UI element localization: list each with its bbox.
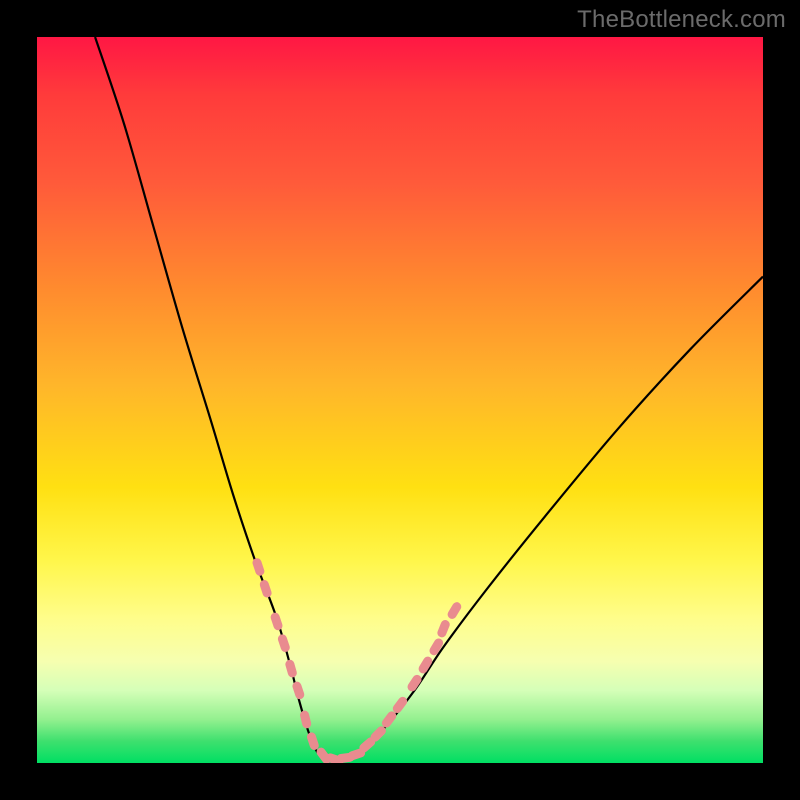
highlight-marker bbox=[277, 633, 291, 653]
highlight-marker bbox=[306, 731, 320, 751]
watermark-text: TheBottleneck.com bbox=[577, 6, 786, 34]
highlight-marker-group bbox=[251, 557, 463, 763]
highlight-marker bbox=[259, 579, 273, 599]
highlight-marker bbox=[291, 680, 305, 700]
curve-svg bbox=[37, 37, 763, 763]
highlight-marker bbox=[251, 557, 265, 577]
highlight-marker bbox=[436, 619, 451, 639]
outer-frame: TheBottleneck.com bbox=[0, 0, 800, 800]
plot-area bbox=[37, 37, 763, 763]
highlight-marker bbox=[284, 659, 298, 679]
highlight-marker bbox=[446, 601, 463, 621]
highlight-marker bbox=[299, 710, 312, 730]
bottleneck-curve bbox=[95, 37, 763, 759]
highlight-marker bbox=[269, 611, 283, 631]
